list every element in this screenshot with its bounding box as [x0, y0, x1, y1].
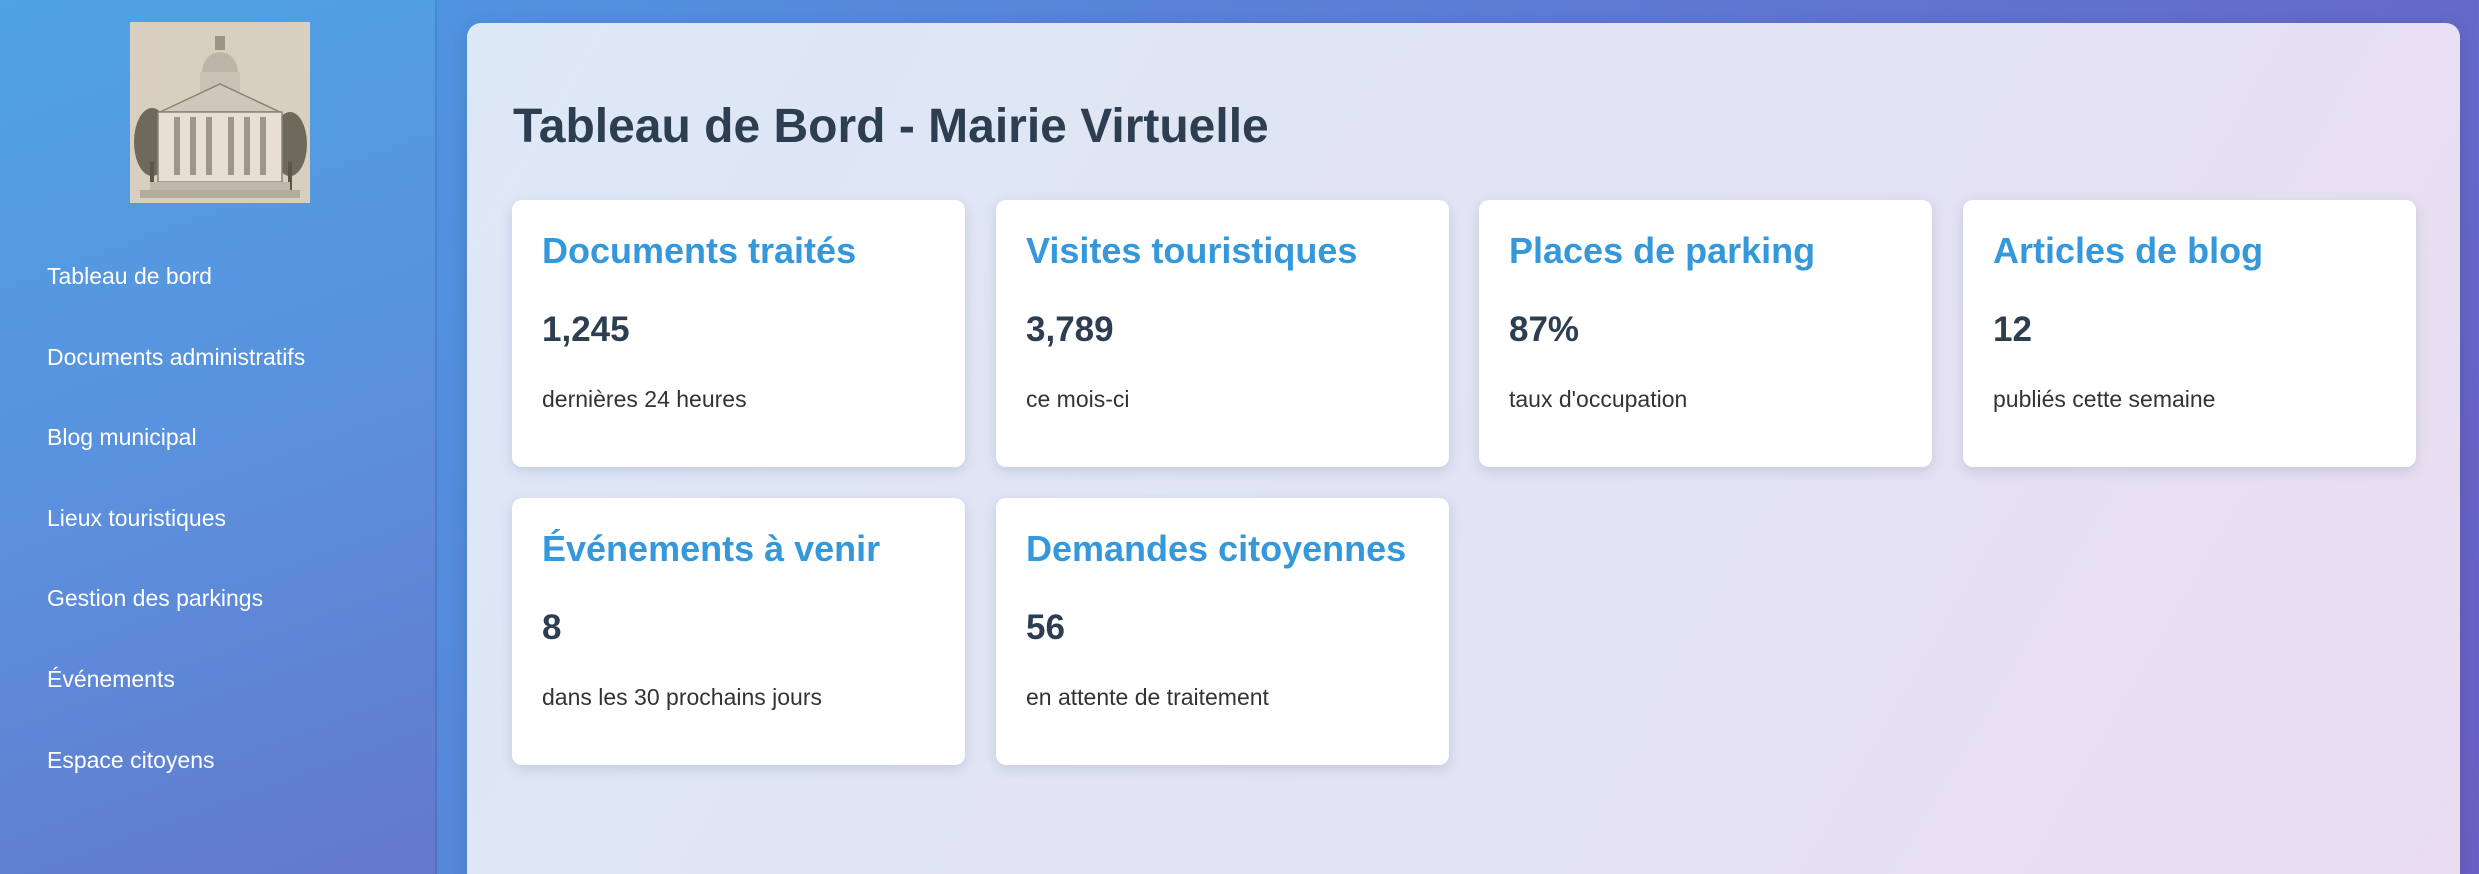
card-value: 3,789	[1026, 310, 1114, 349]
card-description: dans les 30 prochains jours	[542, 684, 822, 710]
card-value: 12	[1993, 310, 2032, 349]
card-description: taux d'occupation	[1509, 386, 1688, 412]
card-title: Demandes citoyennes	[1026, 528, 1407, 569]
card-description: en attente de traitement	[1026, 684, 1269, 710]
sidebar-item-events[interactable]: Événements	[0, 639, 437, 720]
sidebar-nav: Tableau de bord Documents administratifs…	[0, 236, 437, 800]
sidebar-item-blog[interactable]: Blog municipal	[0, 397, 437, 478]
main-content: Tableau de Bord - Mairie Virtuelle Docum…	[467, 23, 2460, 874]
card-value: 87%	[1509, 310, 1580, 349]
stat-card-events[interactable]: Événements à venir 8 dans les 30 prochai…	[512, 498, 965, 765]
card-description: ce mois-ci	[1026, 386, 1130, 412]
town-hall-logo[interactable]	[130, 22, 310, 203]
card-value: 56	[1026, 608, 1065, 647]
stat-card-tourism[interactable]: Visites touristiques 3,789 ce mois-ci	[996, 200, 1449, 467]
sidebar-item-parking[interactable]: Gestion des parkings	[0, 558, 437, 639]
card-title: Articles de blog	[1993, 230, 2264, 271]
card-description: publiés cette semaine	[1993, 386, 2216, 412]
stat-card-documents[interactable]: Documents traités 1,245 dernières 24 heu…	[512, 200, 965, 467]
stat-card-parking[interactable]: Places de parking 87% taux d'occupation	[1479, 200, 1932, 467]
sidebar: Tableau de bord Documents administratifs…	[0, 0, 437, 874]
sidebar-item-dashboard[interactable]: Tableau de bord	[0, 236, 437, 317]
card-value: 8	[542, 608, 562, 647]
stat-card-blog[interactable]: Articles de blog 12 publiés cette semain…	[1963, 200, 2416, 467]
card-title: Visites touristiques	[1026, 230, 1358, 271]
card-title: Documents traités	[542, 230, 857, 271]
page-title: Tableau de Bord - Mairie Virtuelle	[513, 100, 1269, 153]
sidebar-item-citizens[interactable]: Espace citoyens	[0, 720, 437, 801]
card-description: dernières 24 heures	[542, 386, 747, 412]
card-title: Places de parking	[1509, 230, 1816, 271]
sidebar-item-documents[interactable]: Documents administratifs	[0, 317, 437, 398]
card-title: Événements à venir	[542, 528, 881, 569]
card-value: 1,245	[542, 310, 630, 349]
sidebar-item-tourism[interactable]: Lieux touristiques	[0, 478, 437, 559]
stat-card-citizen-requests[interactable]: Demandes citoyennes 56 en attente de tra…	[996, 498, 1449, 765]
